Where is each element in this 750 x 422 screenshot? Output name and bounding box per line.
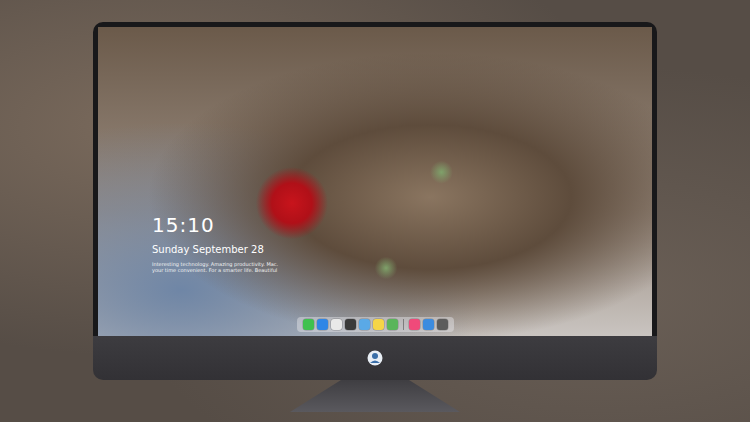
monitor: 15:10 Sunday September 28 Interesting tech… bbox=[93, 22, 657, 336]
clock: 15:10 Sunday September 28 Interesting tech… bbox=[152, 213, 652, 273]
app-icon[interactable] bbox=[409, 319, 420, 330]
caption-line: your time convenient. For a smarter life… bbox=[152, 267, 652, 273]
app-icon[interactable] bbox=[437, 319, 448, 330]
time: 15:10 bbox=[152, 213, 652, 237]
lock-screen: 15:10 Sunday September 28 Interesting tech… bbox=[98, 27, 652, 336]
app-icon[interactable] bbox=[331, 319, 342, 330]
app-icon[interactable] bbox=[345, 319, 356, 330]
caption: Interesting technology. Amazing producti… bbox=[152, 261, 652, 273]
caption-line: Interesting technology. Amazing producti… bbox=[152, 261, 652, 267]
date: Sunday September 28 bbox=[152, 243, 652, 256]
logo-icon bbox=[367, 350, 383, 366]
app-icon[interactable] bbox=[387, 319, 398, 330]
desktop-background: 15:10 Sunday September 28 Interesting tech… bbox=[0, 0, 750, 422]
app-icon[interactable] bbox=[359, 319, 370, 330]
app-icon[interactable] bbox=[423, 319, 434, 330]
dock bbox=[297, 317, 454, 332]
dock-separator bbox=[403, 319, 404, 330]
app-icon[interactable] bbox=[303, 319, 314, 330]
monitor-stand bbox=[290, 380, 460, 412]
monitor-chin bbox=[93, 336, 657, 380]
app-icon[interactable] bbox=[317, 319, 328, 330]
app-icon[interactable] bbox=[373, 319, 384, 330]
